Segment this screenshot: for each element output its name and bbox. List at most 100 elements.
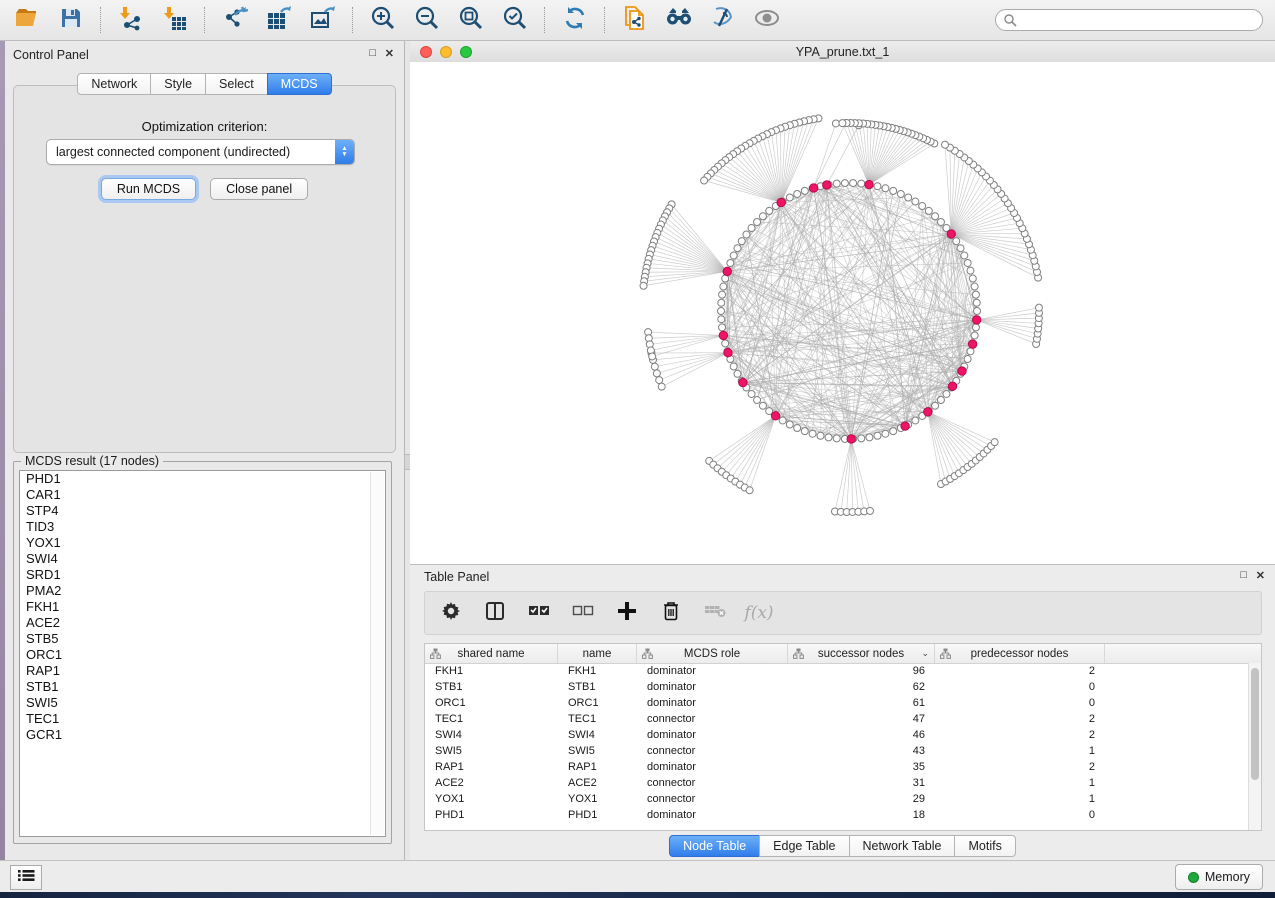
export-network-button[interactable] [220,5,250,35]
close-panel-button[interactable]: Close panel [210,178,308,200]
mcds-result-list[interactable]: PHD1CAR1STP4TID3YOX1SWI4SRD1PMA2FKH1ACE2… [19,470,386,837]
zoom-in-button[interactable] [368,5,398,35]
table-cell: 2 [935,761,1105,773]
table-row[interactable]: SWI4SWI4dominator462 [425,727,1249,743]
table-row[interactable]: ACE2ACE2connector311 [425,775,1249,791]
apply-function-button[interactable]: f(x) [747,601,771,625]
select-all-rows-button[interactable] [527,601,551,625]
mcds-result-item[interactable]: PMA2 [20,583,385,599]
column-header-predecessor-nodes[interactable]: predecessor nodes [935,644,1105,663]
table-panel: Table Panel □ ✕ f(x) shared namenameMCDS… [410,564,1275,862]
table-row[interactable]: ORC1ORC1dominator610 [425,695,1249,711]
mcds-result-item[interactable]: TEC1 [20,711,385,727]
refresh-button[interactable] [560,5,590,35]
table-row[interactable]: SWI5SWI5connector431 [425,743,1249,759]
criterion-select[interactable]: largest connected component (undirected)… [46,139,355,165]
import-network-button[interactable] [116,5,146,35]
control-panel-close-icon[interactable]: ✕ [385,47,394,60]
table-panel-minimize-icon[interactable]: □ [1240,569,1247,581]
tab-network-table[interactable]: Network Table [849,835,956,857]
table-cell: 1 [935,793,1105,805]
mcds-result-item[interactable]: TID3 [20,519,385,535]
zoom-fit-button[interactable] [456,5,486,35]
mcds-result-item[interactable]: CAR1 [20,487,385,503]
mcds-result-item[interactable]: STB1 [20,679,385,695]
export-image-button[interactable] [308,5,338,35]
main-toolbar [0,0,1275,41]
mcds-result-item[interactable]: ORC1 [20,647,385,663]
table-cell: dominator [637,809,788,821]
open-folder-icon [14,5,40,36]
table-row[interactable]: YOX1YOX1connector291 [425,791,1249,807]
delete-column-button[interactable] [659,601,683,625]
tab-style[interactable]: Style [150,73,206,95]
table-cell: dominator [637,761,788,773]
column-header-MCDS-role[interactable]: MCDS role [637,644,788,663]
column-header-shared-name[interactable]: shared name [425,644,558,663]
mcds-result-item[interactable]: STP4 [20,503,385,519]
control-panel-minimize-icon[interactable]: □ [369,47,376,59]
column-header-name[interactable]: name [558,644,637,663]
table-row[interactable]: RAP1RAP1dominator352 [425,759,1249,775]
zoom-traffic-light[interactable] [460,46,472,58]
mcds-result-item[interactable]: SRD1 [20,567,385,583]
run-mcds-button[interactable]: Run MCDS [101,178,196,200]
show-columns-button[interactable] [483,601,507,625]
table-panel-close-icon[interactable]: ✕ [1256,569,1265,582]
table-cell: connector [637,745,788,757]
table-cell: ACE2 [558,777,637,789]
zoom-out-button[interactable] [412,5,442,35]
scrollbar-thumb[interactable] [1251,668,1259,780]
tab-motifs[interactable]: Motifs [954,835,1015,857]
mcds-result-item[interactable]: SWI5 [20,695,385,711]
network-canvas[interactable] [410,62,1275,564]
table-body: FKH1FKH1dominator962STB1STB1dominator620… [425,663,1249,830]
export-table-button[interactable] [264,5,294,35]
show-eye-button[interactable] [752,5,782,35]
add-column-button[interactable] [615,601,639,625]
delete-table-button[interactable] [703,601,727,625]
clone-network-button[interactable] [620,5,650,35]
list-scrollbar[interactable] [370,472,384,835]
import-table-button[interactable] [160,5,190,35]
toolbar-separator [352,7,354,33]
network-window-titlebar[interactable]: YPA_prune.txt_1 [410,41,1275,63]
zoom-selected-button[interactable] [500,5,530,35]
table-cell: YOX1 [425,793,558,805]
table-settings-button[interactable] [439,601,463,625]
open-file-button[interactable] [12,5,42,35]
mcds-result-item[interactable]: GCR1 [20,727,385,743]
export-image-icon [310,5,336,36]
mcds-result-item[interactable]: PHD1 [20,471,385,487]
mcds-result-item[interactable]: ACE2 [20,615,385,631]
table-row[interactable]: TEC1TEC1connector472 [425,711,1249,727]
mcds-result-item[interactable]: YOX1 [20,535,385,551]
mcds-result-item[interactable]: SWI4 [20,551,385,567]
table-row[interactable]: STB1STB1dominator620 [425,679,1249,695]
minimize-traffic-light[interactable] [440,46,452,58]
criterion-selected-value: largest connected component (undirected) [47,145,335,159]
memory-button[interactable]: Memory [1175,864,1263,890]
tab-select[interactable]: Select [205,73,268,95]
table-cell: SWI5 [558,745,637,757]
mcds-result-item[interactable]: RAP1 [20,663,385,679]
table-row[interactable]: PHD1PHD1dominator180 [425,807,1249,823]
task-history-button[interactable] [10,865,42,890]
column-header-successor-nodes[interactable]: successor nodes⌄ [788,644,935,663]
table-scrollbar[interactable] [1248,663,1261,830]
close-traffic-light[interactable] [420,46,432,58]
hide-panels-button[interactable] [708,5,738,35]
tab-network[interactable]: Network [77,73,151,95]
table-cell: connector [637,713,788,725]
search-input[interactable] [995,9,1263,31]
tab-edge-table[interactable]: Edge Table [759,835,849,857]
application-window: Control Panel □ ✕ NetworkStyleSelectMCDS… [0,0,1275,898]
mcds-result-item[interactable]: STB5 [20,631,385,647]
deselect-all-rows-button[interactable] [571,601,595,625]
save-session-button[interactable] [56,5,86,35]
tab-mcds[interactable]: MCDS [267,73,332,95]
search-network-button[interactable] [664,5,694,35]
tab-node-table[interactable]: Node Table [669,835,760,857]
table-row[interactable]: FKH1FKH1dominator962 [425,663,1249,679]
mcds-result-item[interactable]: FKH1 [20,599,385,615]
